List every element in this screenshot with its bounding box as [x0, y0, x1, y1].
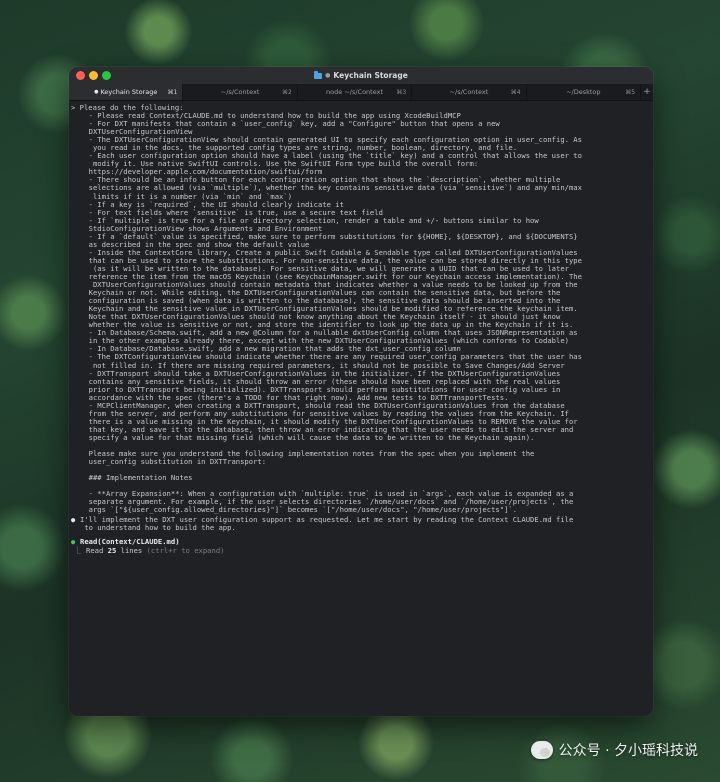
prompt-line: Note that DXTUserConfigurationValues sho…: [80, 313, 561, 322]
prompt-line: that key, and save it to the database, t…: [80, 425, 574, 434]
prompt-line: specify a value for that missing field (…: [80, 433, 535, 442]
prompt-line: modify it. Use native SwiftUI controls. …: [80, 160, 479, 169]
prompt-line: Keychain or not. While editing, the DXTU…: [80, 289, 561, 298]
prompt-line: there is a value missing in the Keychain…: [80, 417, 578, 426]
prompt-line: - For DXT manifests that contain a `user…: [80, 120, 500, 129]
assistant-message-line: to understand how to build the app.: [80, 523, 236, 533]
prompt-line: (as it will be written to the database).…: [80, 264, 569, 273]
activity-dot-icon: ●: [94, 89, 99, 95]
prompt-line: Keychain and the sensitive value in DXTU…: [80, 305, 578, 314]
tool-call: ● Read(Context/CLAUDE.md) ⎿ Read 25 line…: [71, 538, 653, 554]
tab-shortcut: ⌘4: [510, 88, 521, 96]
prompt-line: that can be used to store the substituti…: [80, 256, 582, 265]
assistant-message: ● I'll implement the DXT user configurat…: [71, 516, 653, 532]
activity-dot-icon: ●: [325, 72, 331, 79]
user-prompt: > Please do the following: - Please read…: [71, 104, 653, 515]
prompt-line: - For text fields where `sensitive` is t…: [80, 208, 383, 217]
prompt-line: - DXTTransport should take a DXTUserConf…: [80, 369, 561, 378]
prompt-line: not filled in. If there are missing requ…: [80, 361, 565, 370]
tab-label: ~/s/Context: [449, 88, 489, 96]
prompt-line: configuration is saved (when data is wri…: [80, 297, 561, 306]
prompt-line: ### Implementation Notes: [80, 474, 193, 483]
prompt-line: - The DXTUserConfigurationView should co…: [80, 136, 582, 145]
folder-icon: [314, 71, 323, 79]
tab-shortcut: ⌘2: [281, 88, 292, 96]
message-bullet-icon: ●: [71, 516, 76, 525]
terminal-output[interactable]: > Please do the following: - Please read…: [69, 101, 653, 555]
prompt-line: - Please read Context/CLAUDE.md to under…: [80, 112, 461, 121]
prompt-line: selections are allowed (via `multiple`),…: [80, 184, 582, 193]
prompt-line: in the other examples already there, exc…: [80, 337, 569, 346]
tab-label: ~/s/Context: [220, 88, 260, 96]
prompt-line: prior to DXTTransport being initialized)…: [80, 385, 561, 394]
tab-shortcut: ⌘3: [396, 88, 407, 96]
prompt-line: DXTUserConfigurationView: [80, 128, 193, 137]
prompt-line: https://developer.apple.com/documentatio…: [80, 168, 323, 177]
prompt-line: - If a key is `required`, the UI should …: [80, 200, 344, 209]
prompt-line: [80, 482, 653, 490]
prompt-line: reference the item from the macOS Keycha…: [80, 272, 582, 281]
prompt-line: - **Array Expansion**: When a configurat…: [80, 490, 574, 499]
wechat-icon: [530, 741, 553, 759]
prompt-line: - MCPClientManager, when creating a DXTT…: [80, 401, 565, 410]
window-title-group: ● Keychain Storage: [314, 71, 408, 80]
tab-label: Keychain Storage: [100, 88, 158, 96]
prompt-line: [80, 466, 653, 474]
prompt-line: user_config substitution in DXTTransport…: [80, 458, 267, 467]
tool-result-count: 25: [107, 545, 117, 555]
window-controls: [76, 71, 111, 80]
prompt-line: from the server, and perform any substit…: [80, 409, 569, 418]
prompt-line: accordance with the spec (there's a TODO…: [80, 393, 509, 402]
watermark: 公众号 · 夕小瑶科技说: [530, 740, 698, 760]
window-title: Keychain Storage: [333, 71, 408, 80]
close-window-button[interactable]: [76, 71, 85, 80]
tab-shortcut: ⌘5: [625, 88, 636, 96]
expand-hint[interactable]: (ctrl+r to expand): [147, 546, 225, 555]
tab-2[interactable]: ~/s/Context ⌘2: [183, 84, 298, 100]
tool-result-suffix: lines: [116, 545, 143, 555]
prompt-line: args `["${user_config.allowed_directorie…: [80, 506, 518, 515]
tab-5[interactable]: ~/Desktop ⌘5: [526, 84, 642, 100]
prompt-line: - If `multiple` is true for a file or di…: [80, 216, 539, 225]
tab-4[interactable]: ~/s/Context ⌘4: [412, 84, 527, 100]
zoom-window-button[interactable]: [102, 71, 111, 80]
prompt-line: contains any sensitive fields, it should…: [80, 377, 561, 386]
prompt-line: DXTUserConfigurationValues should contai…: [80, 281, 578, 290]
prompt-line: limits if it is a number (via `min` and …: [80, 192, 293, 201]
prompt-line: - If a `default` value is specified, mak…: [80, 232, 578, 241]
prompt-first-line: > Please do the following:: [71, 104, 184, 112]
tab-label: node ~/s/Context: [326, 88, 383, 96]
title-bar[interactable]: ● Keychain Storage: [69, 67, 653, 84]
prompt-line: - In Database/Schema.swift, add a new @C…: [80, 329, 578, 338]
prompt-line: you read in the docs, the supported conf…: [80, 144, 518, 153]
tool-result-branch-icon: ⎿: [74, 545, 82, 555]
prompt-line: whether the value is sensitive or not, a…: [80, 321, 574, 330]
prompt-line: - The DXTConfigurationView should indica…: [80, 353, 582, 362]
prompt-line: StdioConfigurationView shows Arguments a…: [80, 224, 323, 233]
prompt-line: - Each user configuration option should …: [80, 152, 582, 161]
tool-result-summary: Read 25 lines (ctrl+r to expand): [86, 545, 225, 555]
tab-3[interactable]: node ~/s/Context ⌘3: [297, 84, 413, 100]
prompt-line: - In Database/Database.swift, add a new …: [80, 345, 461, 354]
prompt-line: - Inside the ContextCore library, Create…: [80, 248, 578, 257]
prompt-line: [80, 442, 653, 450]
terminal-window: ● Keychain Storage ● Keychain Storage ⌘1…: [69, 67, 653, 716]
tab-1[interactable]: ● Keychain Storage ⌘1: [69, 84, 184, 100]
prompt-line: separate argument. For example, if the u…: [80, 498, 574, 507]
tool-result-prefix: Read: [86, 545, 108, 555]
prompt-line: Please make sure you understand the foll…: [80, 450, 535, 459]
watermark-text: 公众号 · 夕小瑶科技说: [558, 743, 698, 759]
tab-bar: ● Keychain Storage ⌘1 ~/s/Context ⌘2 nod…: [69, 84, 653, 101]
tab-label: ~/Desktop: [566, 88, 601, 96]
prompt-line: as described in the spec and show the de…: [80, 240, 310, 249]
new-tab-button[interactable]: +: [641, 84, 653, 100]
prompt-line: - There should be an info button for eac…: [80, 176, 561, 185]
tab-shortcut: ⌘1: [167, 88, 178, 96]
minimize-window-button[interactable]: [89, 71, 98, 80]
